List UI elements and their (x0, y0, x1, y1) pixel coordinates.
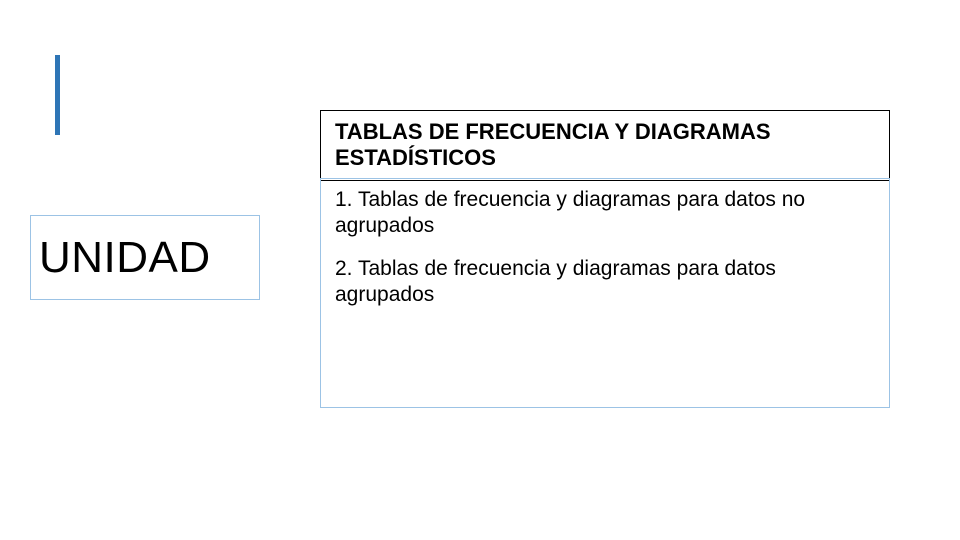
unit-box: UNIDAD (30, 215, 260, 300)
accent-bar (55, 55, 60, 135)
title-box: TABLAS DE FRECUENCIA Y DIAGRAMAS ESTADÍS… (320, 110, 890, 181)
content-item-1: 1. Tablas de frecuencia y diagramas para… (335, 187, 875, 240)
content-box: 1. Tablas de frecuencia y diagramas para… (320, 178, 890, 408)
content-item-2: 2. Tablas de frecuencia y diagramas para… (335, 256, 875, 309)
slide-title: TABLAS DE FRECUENCIA Y DIAGRAMAS ESTADÍS… (335, 119, 875, 172)
unit-label: UNIDAD (39, 233, 211, 283)
slide: UNIDAD TABLAS DE FRECUENCIA Y DIAGRAMAS … (0, 0, 960, 540)
